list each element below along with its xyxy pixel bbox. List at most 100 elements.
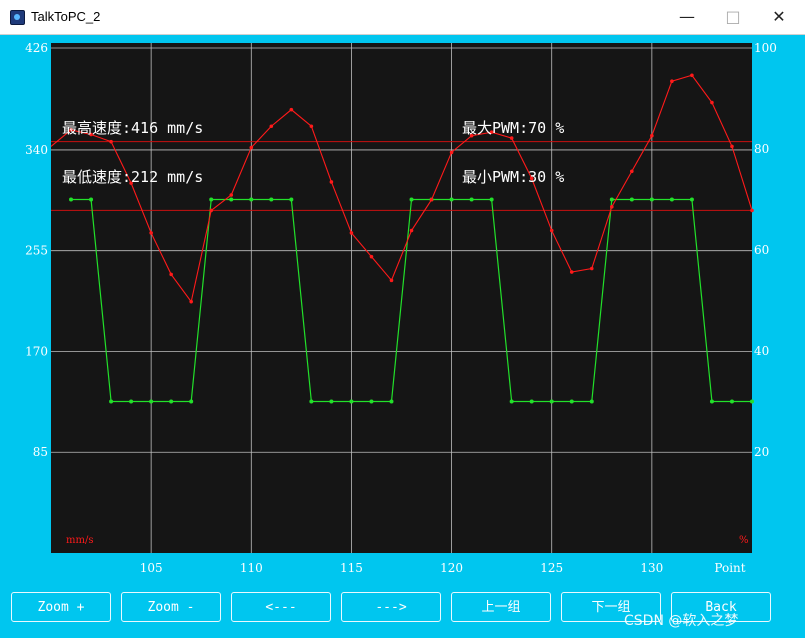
speed-point	[309, 124, 314, 129]
right-axis-unit: %	[739, 535, 749, 546]
pwm-point	[669, 197, 674, 202]
speed-point	[329, 180, 334, 184]
speed-point	[730, 144, 734, 149]
speed-point	[429, 197, 434, 202]
pwm-point	[449, 197, 454, 202]
pwm-point	[329, 399, 334, 404]
right-tick-label: 40	[754, 344, 769, 358]
pwm-point	[69, 197, 74, 202]
speed-point	[109, 139, 113, 144]
pwm-point	[549, 399, 554, 404]
next-button[interactable]: --->	[341, 592, 441, 622]
maximize-icon: □	[725, 7, 741, 26]
pwm-point	[249, 197, 254, 202]
left-tick-label: 426	[25, 41, 48, 55]
speed-point	[630, 169, 634, 174]
speed-point	[209, 208, 214, 213]
previous-button[interactable]: <---	[231, 592, 331, 622]
pwm-point	[169, 399, 174, 404]
left-axis-ticks: 85 170 255 340 426	[25, 41, 48, 459]
pwm-point	[229, 197, 234, 202]
pwm-point	[509, 399, 514, 404]
left-tick-label: 255	[25, 244, 48, 258]
pwm-point	[689, 197, 694, 202]
right-tick-label: 20	[754, 445, 769, 459]
speed-point	[589, 266, 594, 271]
min-pwm-text: 最小PWM:30 %	[462, 168, 564, 186]
watermark: CSDN @软入之梦	[624, 613, 739, 629]
left-tick-label: 170	[25, 344, 48, 358]
speed-point	[269, 124, 274, 129]
speed-point	[569, 270, 574, 274]
speed-point	[189, 299, 193, 304]
left-tick-label: 85	[33, 445, 48, 459]
speed-point	[549, 228, 554, 233]
x-tick-label: 130	[640, 561, 663, 575]
close-icon: ✕	[772, 7, 786, 26]
pwm-point	[269, 197, 274, 202]
pwm-point	[129, 399, 134, 404]
close-button[interactable]: ✕	[756, 0, 802, 34]
pwm-point	[729, 399, 734, 404]
pwm-point	[369, 399, 374, 404]
pwm-point	[589, 399, 594, 404]
pwm-point	[469, 197, 474, 202]
window-title: TalkToPC_2	[31, 9, 101, 24]
minimize-button[interactable]: —	[664, 0, 710, 34]
speed-pwm-chart: 85170255340426 20406080100 105 110 115 120 1…	[25, 41, 777, 575]
max-pwm-text: 最大PWM:70 %	[462, 119, 564, 137]
x-tick-label: 115	[340, 561, 363, 575]
pwm-point	[189, 399, 194, 404]
pwm-point	[489, 197, 494, 202]
speed-point	[349, 231, 354, 235]
right-axis-ticks: 20 40 60 80 100	[754, 41, 777, 459]
pwm-point	[389, 399, 394, 404]
speed-point	[750, 208, 754, 213]
pwm-point	[569, 399, 574, 404]
pwm-point	[89, 197, 94, 202]
pwm-point	[750, 399, 754, 404]
zoom-out-button[interactable]: Zoom -	[121, 592, 221, 622]
speed-point	[650, 133, 654, 138]
speed-point	[610, 205, 614, 209]
x-axis-ticks: 105 110 115 120 125 130	[140, 561, 664, 575]
speed-point	[449, 150, 454, 155]
pwm-point	[409, 197, 414, 202]
left-axis-unit: mm/s	[66, 535, 93, 546]
speed-point	[369, 254, 374, 259]
speed-point	[289, 107, 294, 112]
maximize-button[interactable]: □	[710, 0, 756, 34]
speed-point	[690, 73, 694, 78]
pwm-point	[609, 197, 614, 202]
right-tick-label: 100	[754, 41, 777, 55]
pwm-point	[629, 197, 634, 202]
min-speed-text: 最低速度:212 mm/s	[62, 168, 203, 186]
pwm-point	[649, 197, 654, 202]
right-tick-label: 60	[754, 243, 769, 257]
app-icon	[10, 10, 25, 25]
right-tick-label: 80	[754, 142, 769, 156]
pwm-point	[109, 399, 114, 404]
max-speed-text: 最高速度:416 mm/s	[62, 119, 203, 137]
x-tick-label: 120	[440, 561, 463, 575]
pwm-point	[209, 197, 214, 202]
pwm-point	[309, 399, 314, 404]
zoom-in-button[interactable]: Zoom +	[11, 592, 111, 622]
x-tick-label: 105	[140, 561, 163, 575]
speed-point	[229, 193, 234, 197]
pwm-point	[529, 399, 534, 404]
x-tick-label: 125	[540, 561, 563, 575]
left-tick-label: 340	[25, 143, 48, 157]
x-tick-label: 110	[240, 561, 263, 575]
previous-group-button[interactable]: 上一组	[451, 592, 551, 622]
pwm-point	[289, 197, 294, 202]
speed-point	[409, 228, 414, 233]
pwm-point	[349, 399, 354, 404]
x-axis-label: Point	[714, 561, 745, 575]
speed-point	[389, 278, 394, 283]
speed-point	[670, 79, 674, 83]
speed-point	[149, 231, 153, 235]
speed-point	[249, 145, 254, 150]
speed-point	[169, 272, 173, 277]
speed-point	[710, 100, 714, 105]
